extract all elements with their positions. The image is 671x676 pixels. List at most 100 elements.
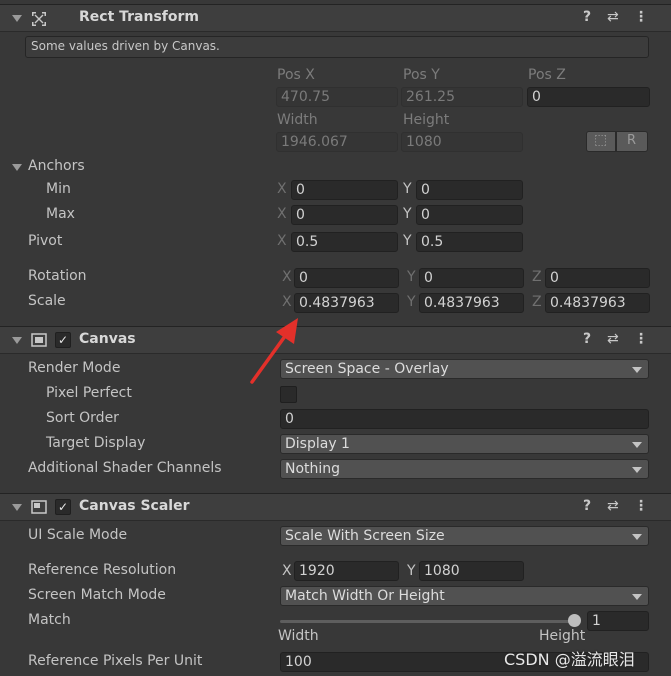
info-text: Some values driven by Canvas.: [31, 39, 220, 53]
sort-order-label: Sort Order: [46, 410, 119, 426]
rotation-x-field[interactable]: 0: [294, 268, 399, 288]
dropdown-arrow-icon: [632, 534, 642, 540]
dropdown-arrow-icon: [632, 442, 642, 448]
width-label: Width: [277, 112, 318, 128]
min-y-axis-label: Y: [403, 181, 412, 197]
context-menu-icon[interactable]: ⋮: [634, 9, 648, 25]
dropdown-arrow-icon: [632, 594, 642, 600]
driven-info-box: Some values driven by Canvas.: [25, 36, 649, 58]
presets-icon[interactable]: ⇄: [607, 331, 619, 347]
component-title: Canvas: [79, 331, 136, 347]
slider-width-label: Width: [278, 628, 319, 644]
scale-label: Scale: [28, 293, 66, 309]
presets-icon[interactable]: ⇄: [607, 9, 619, 25]
rotation-z-axis-label: Z: [532, 269, 542, 285]
foldout-arrow-icon[interactable]: [12, 504, 22, 511]
match-slider[interactable]: [280, 614, 581, 628]
ref-res-x-axis-label: X: [282, 563, 292, 579]
presets-icon[interactable]: ⇄: [607, 498, 619, 514]
canvas-header[interactable]: ✓ Canvas ? ⇄ ⋮: [0, 326, 671, 354]
slider-thumb[interactable]: [568, 614, 581, 627]
match-label: Match: [28, 612, 71, 628]
ref-res-y-field[interactable]: 1080: [419, 561, 524, 581]
dropdown-arrow-icon: [632, 467, 642, 473]
help-icon[interactable]: ?: [583, 331, 591, 347]
raw-edit-label: R: [627, 133, 637, 148]
render-mode-label: Render Mode: [28, 360, 121, 376]
context-menu-icon[interactable]: ⋮: [634, 498, 648, 514]
height-field[interactable]: 1080: [401, 132, 523, 152]
canvas-enabled-checkbox[interactable]: ✓: [55, 332, 71, 348]
min-x-field[interactable]: 0: [291, 180, 398, 200]
render-mode-dropdown[interactable]: Screen Space - Overlay: [280, 359, 649, 379]
scale-z-axis-label: Z: [532, 294, 542, 310]
ref-res-y-axis-label: Y: [407, 563, 416, 579]
canvas-scaler-icon: [31, 500, 47, 514]
help-icon[interactable]: ?: [583, 498, 591, 514]
pivot-y-field[interactable]: 0.5: [416, 232, 523, 252]
rotation-label: Rotation: [28, 268, 87, 284]
pos-x-label: Pos X: [277, 67, 315, 83]
context-menu-icon[interactable]: ⋮: [634, 331, 648, 347]
ref-res-x-field[interactable]: 1920: [294, 561, 399, 581]
scale-y-field[interactable]: 0.4837963: [419, 293, 524, 313]
watermark: CSDN @溢流眼泪: [504, 650, 635, 669]
pos-z-field[interactable]: 0: [527, 87, 650, 107]
rotation-x-axis-label: X: [282, 269, 292, 285]
scale-z-field[interactable]: 0.4837963: [545, 293, 650, 313]
min-x-axis-label: X: [277, 181, 287, 197]
rotation-z-field[interactable]: 0: [545, 268, 650, 288]
max-y-field[interactable]: 0: [416, 205, 523, 225]
ppu-label: Reference Pixels Per Unit: [28, 653, 203, 669]
min-label: Min: [46, 181, 71, 197]
pivot-x-axis-label: X: [277, 233, 287, 249]
blueprint-mode-button[interactable]: ⬚: [586, 131, 616, 152]
rotation-y-axis-label: Y: [407, 269, 416, 285]
canvas-component-icon: [31, 333, 47, 347]
screen-match-mode-label: Screen Match Mode: [28, 587, 166, 603]
screen-match-mode-value: Match Width Or Height: [285, 588, 445, 604]
foldout-arrow-icon[interactable]: [12, 15, 22, 22]
shader-channels-label: Additional Shader Channels: [28, 460, 222, 476]
pixel-perfect-label: Pixel Perfect: [46, 385, 132, 401]
sort-order-field[interactable]: 0: [280, 409, 649, 429]
canvas-scaler-header[interactable]: ✓ Canvas Scaler ? ⇄ ⋮: [0, 493, 671, 521]
annotation-arrow-icon: [250, 318, 298, 384]
width-field[interactable]: 1946.067: [276, 132, 398, 152]
anchors-foldout-icon[interactable]: [12, 164, 22, 171]
anchors-label: Anchors: [28, 158, 85, 174]
slider-track: [280, 620, 574, 623]
help-icon[interactable]: ?: [583, 9, 591, 25]
component-title: Canvas Scaler: [79, 498, 190, 514]
ui-scale-mode-dropdown[interactable]: Scale With Screen Size: [280, 526, 649, 546]
dropdown-arrow-icon: [632, 367, 642, 373]
pivot-label: Pivot: [28, 233, 63, 249]
raw-edit-button[interactable]: R: [616, 131, 648, 152]
max-x-field[interactable]: 0: [291, 205, 398, 225]
reference-resolution-label: Reference Resolution: [28, 562, 177, 578]
pos-x-field[interactable]: 470.75: [276, 87, 398, 107]
pivot-x-field[interactable]: 0.5: [291, 232, 398, 252]
target-display-label: Target Display: [46, 435, 146, 451]
ui-scale-mode-label: UI Scale Mode: [28, 527, 128, 543]
slider-height-label: Height: [539, 628, 586, 644]
rect-transform-icon: [32, 12, 46, 26]
height-label: Height: [403, 112, 450, 128]
canvas-scaler-enabled-checkbox[interactable]: ✓: [55, 499, 71, 515]
component-title: Rect Transform: [79, 9, 200, 25]
min-y-field[interactable]: 0: [416, 180, 523, 200]
pivot-y-axis-label: Y: [403, 233, 412, 249]
screen-match-mode-dropdown[interactable]: Match Width Or Height: [280, 586, 649, 606]
match-value-field[interactable]: 1: [587, 611, 649, 631]
rotation-y-field[interactable]: 0: [419, 268, 524, 288]
scale-y-axis-label: Y: [407, 294, 416, 310]
target-display-dropdown[interactable]: Display 1: [280, 434, 649, 454]
ui-scale-mode-value: Scale With Screen Size: [285, 528, 445, 544]
pos-y-field[interactable]: 261.25: [401, 87, 523, 107]
rect-transform-header[interactable]: Rect Transform ? ⇄ ⋮: [0, 4, 671, 32]
max-label: Max: [46, 206, 75, 222]
shader-channels-dropdown[interactable]: Nothing: [280, 459, 649, 479]
foldout-arrow-icon[interactable]: [12, 337, 22, 344]
max-y-axis-label: Y: [403, 206, 412, 222]
scale-x-axis-label: X: [282, 294, 292, 310]
